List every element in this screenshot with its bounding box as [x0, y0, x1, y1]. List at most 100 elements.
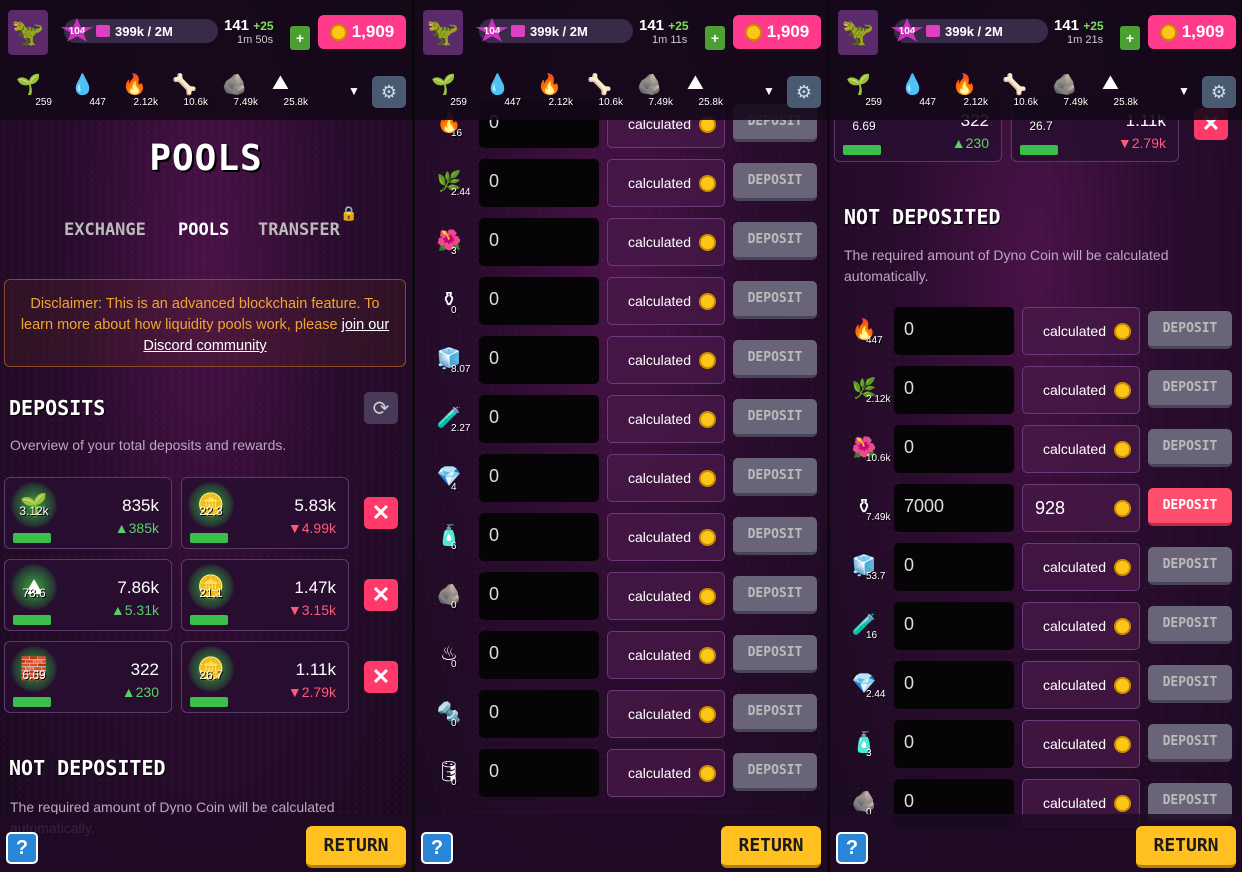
- deposit-button[interactable]: DEPOSIT: [733, 753, 817, 791]
- resource-water[interactable]: 💧 447: [892, 68, 936, 108]
- deposit-button[interactable]: DEPOSIT: [1148, 370, 1232, 408]
- deposit-button[interactable]: DEPOSIT: [1148, 429, 1232, 467]
- coin-required-field: calculated: [607, 159, 725, 207]
- deposit-button[interactable]: DEPOSIT: [733, 281, 817, 319]
- coin-icon: [1114, 322, 1131, 340]
- deposit-button[interactable]: DEPOSIT: [733, 399, 817, 437]
- amount-input[interactable]: 0: [894, 602, 1014, 650]
- resource-sand[interactable]: ⛰ 25.8k: [264, 68, 308, 108]
- lock-icon: 🔒: [340, 205, 358, 221]
- deposit-button[interactable]: DEPOSIT: [1148, 724, 1232, 762]
- amount-input[interactable]: 0: [894, 366, 1014, 414]
- resources-dropdown-icon[interactable]: ▼: [348, 84, 360, 98]
- resource-plant[interactable]: 🌱 259: [838, 68, 882, 108]
- resource-amount: 2.44: [866, 689, 886, 700]
- amount-input[interactable]: 0: [479, 277, 599, 325]
- amount-input[interactable]: 0: [894, 425, 1014, 473]
- amount-input[interactable]: 0: [479, 631, 599, 679]
- coin-balance[interactable]: 1,909: [318, 15, 406, 49]
- deposit-button[interactable]: DEPOSIT: [1148, 606, 1232, 644]
- sand-icon: ⛰: [1102, 72, 1119, 94]
- amount-input[interactable]: 0: [894, 720, 1014, 768]
- resources-dropdown-icon[interactable]: ▼: [1178, 84, 1190, 98]
- deposit-row: 🌺 10.6k 0 calculated DEPOSIT: [830, 423, 1242, 475]
- refresh-icon[interactable]: ⟳: [364, 392, 398, 424]
- withdraw-button[interactable]: ✕: [364, 579, 398, 611]
- deposit-button[interactable]: DEPOSIT: [733, 163, 817, 201]
- deposit-button[interactable]: DEPOSIT: [733, 222, 817, 260]
- deposit-button[interactable]: DEPOSIT: [733, 635, 817, 673]
- withdraw-button[interactable]: ✕: [364, 497, 398, 529]
- resource-rock[interactable]: 🪨 7.49k: [629, 68, 673, 108]
- dino-avatar[interactable]: 🦖: [838, 10, 878, 55]
- amount-input[interactable]: 0: [479, 454, 599, 502]
- battery-plus-icon[interactable]: +: [705, 26, 725, 50]
- deposit-button[interactable]: DEPOSIT: [1148, 665, 1232, 703]
- deposit-button[interactable]: DEPOSIT: [733, 694, 817, 732]
- dino-avatar[interactable]: 🦖: [423, 10, 463, 55]
- resource-plant[interactable]: 🌱 259: [423, 68, 467, 108]
- coin-icon: [1114, 676, 1131, 694]
- deposit-button[interactable]: DEPOSIT: [1148, 488, 1232, 526]
- resource-fire[interactable]: 🔥 2.12k: [114, 68, 158, 108]
- resource-plant[interactable]: 🌱 259: [8, 68, 52, 108]
- return-button[interactable]: RETURN: [1136, 826, 1236, 868]
- resource-bones[interactable]: 🦴 10.6k: [164, 68, 208, 108]
- resource-rock[interactable]: 🪨 7.49k: [1044, 68, 1088, 108]
- coin-icon: [1114, 617, 1131, 635]
- deposit-button[interactable]: DEPOSIT: [1148, 311, 1232, 349]
- amount-input[interactable]: 0: [479, 218, 599, 266]
- return-button[interactable]: RETURN: [721, 826, 821, 868]
- pool-share-bar: [13, 697, 51, 707]
- resource-water[interactable]: 💧 447: [62, 68, 106, 108]
- deposit-button[interactable]: DEPOSIT: [733, 458, 817, 496]
- amount-input[interactable]: 7000: [894, 484, 1014, 532]
- amount-input[interactable]: 0: [894, 661, 1014, 709]
- withdraw-button[interactable]: ✕: [364, 661, 398, 693]
- resource-fire[interactable]: 🔥 2.12k: [529, 68, 573, 108]
- amount-input[interactable]: 0: [479, 159, 599, 207]
- amount-input[interactable]: 0: [479, 395, 599, 443]
- deposit-button[interactable]: DEPOSIT: [733, 340, 817, 378]
- resource-fire[interactable]: 🔥 2.12k: [944, 68, 988, 108]
- resource-bones[interactable]: 🦴 10.6k: [579, 68, 623, 108]
- deposit-button[interactable]: DEPOSIT: [733, 576, 817, 614]
- amount-input[interactable]: 0: [479, 513, 599, 561]
- resource-icon: 💎: [436, 466, 462, 488]
- coin-required-field: calculated: [607, 572, 725, 620]
- amount-input[interactable]: 0: [479, 572, 599, 620]
- coin-icon: [699, 410, 716, 428]
- battery-plus-icon[interactable]: +: [290, 26, 310, 50]
- coin-required-field: calculated: [1022, 307, 1140, 355]
- deposit-button[interactable]: DEPOSIT: [1148, 547, 1232, 585]
- amount-input[interactable]: 0: [894, 543, 1014, 591]
- gear-icon[interactable]: ⚙: [787, 76, 821, 108]
- return-button[interactable]: RETURN: [306, 826, 406, 868]
- amount-input[interactable]: 0: [894, 307, 1014, 355]
- help-button[interactable]: ?: [421, 832, 453, 864]
- coin-icon: [1114, 381, 1131, 399]
- resources-dropdown-icon[interactable]: ▼: [763, 84, 775, 98]
- battery-plus-icon[interactable]: +: [1120, 26, 1140, 50]
- coin-balance[interactable]: 1,909: [1148, 15, 1236, 49]
- coin-required-field: calculated: [607, 454, 725, 502]
- amount-input[interactable]: 0: [479, 336, 599, 384]
- resource-rock[interactable]: 🪨 7.49k: [214, 68, 258, 108]
- coin-balance[interactable]: 1,909: [733, 15, 821, 49]
- dino-avatar[interactable]: 🦖: [8, 10, 48, 55]
- tab-exchange[interactable]: EXCHANGE: [64, 220, 146, 240]
- tab-pools[interactable]: POOLS: [178, 220, 229, 240]
- resource-sand[interactable]: ⛰ 25.8k: [1094, 68, 1138, 108]
- gear-icon[interactable]: ⚙: [372, 76, 406, 108]
- coin-icon: [1114, 794, 1131, 812]
- amount-input[interactable]: 0: [479, 749, 599, 797]
- amount-input[interactable]: 0: [479, 690, 599, 738]
- help-button[interactable]: ?: [836, 832, 868, 864]
- tab-transfer[interactable]: TRANSFER: [258, 220, 340, 240]
- gear-icon[interactable]: ⚙: [1202, 76, 1236, 108]
- resource-water[interactable]: 💧 447: [477, 68, 521, 108]
- deposit-button[interactable]: DEPOSIT: [733, 517, 817, 555]
- resource-bones[interactable]: 🦴 10.6k: [994, 68, 1038, 108]
- resource-sand[interactable]: ⛰ 25.8k: [679, 68, 723, 108]
- help-button[interactable]: ?: [6, 832, 38, 864]
